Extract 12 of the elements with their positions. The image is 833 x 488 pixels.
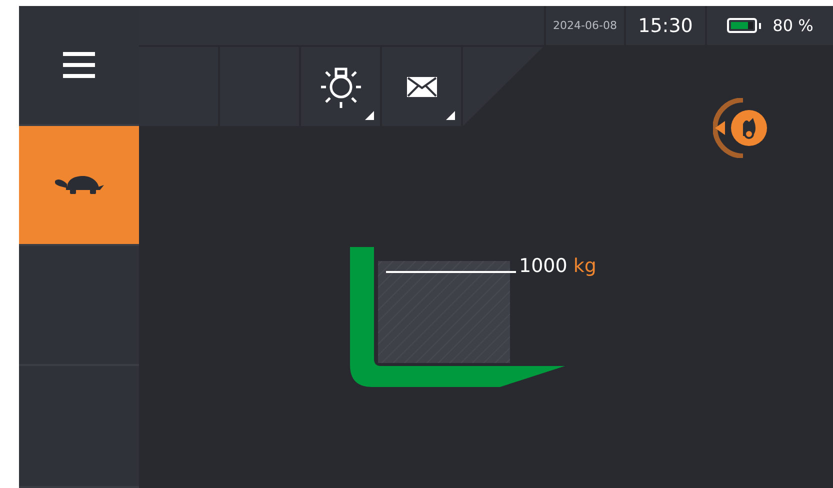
date-label: 2024-06-08 bbox=[546, 6, 624, 45]
weight-value: 1000 bbox=[519, 255, 568, 277]
sidebar-item[interactable] bbox=[19, 126, 139, 246]
turtle-icon bbox=[53, 175, 105, 195]
battery-reading: 80 % bbox=[772, 16, 814, 35]
toolbar-button[interactable] bbox=[301, 47, 380, 126]
envelope-icon bbox=[406, 76, 436, 96]
time-label: 15:30 bbox=[626, 6, 705, 45]
menu-icon bbox=[63, 52, 95, 78]
weight-unit: kg bbox=[573, 255, 596, 277]
battery-icon bbox=[726, 18, 761, 33]
toolbar-button[interactable] bbox=[382, 47, 461, 126]
